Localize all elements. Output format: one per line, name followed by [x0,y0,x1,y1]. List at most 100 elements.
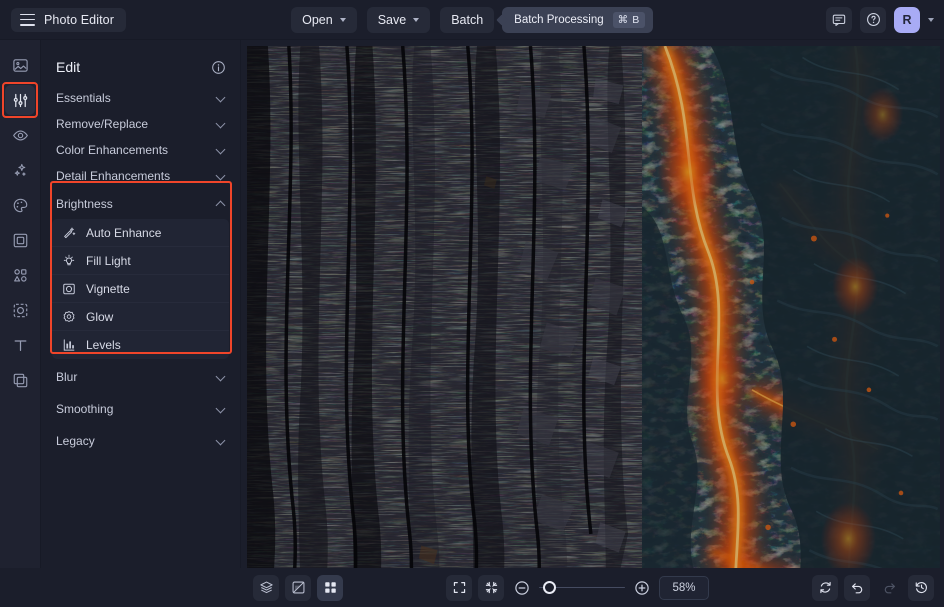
history-button[interactable] [908,575,934,601]
section-label: Color Enhancements [56,143,168,157]
zoom-out-button[interactable] [514,580,530,596]
refresh-icon [818,580,833,595]
avatar[interactable]: R [894,7,920,33]
undo-button[interactable] [844,575,870,601]
frame-icon [12,232,29,249]
edit-panel-header: Edit [50,49,231,85]
chevron-down-icon [413,18,419,22]
account-chevron-down-icon[interactable] [928,18,934,22]
sliders-icon [12,92,29,109]
layers-button[interactable] [253,575,279,601]
subitem-fill-light[interactable]: Fill Light [52,247,229,275]
redo-icon [882,580,897,595]
palette-icon [12,197,29,214]
image-canvas[interactable] [247,46,940,568]
rail-item-text[interactable] [5,330,35,360]
section-label: Detail Enhancements [56,169,170,183]
header-center-tools: Open Save Batch Batch Processing ⌘ B [0,7,944,33]
tool-rail [0,40,41,568]
rail-item-image[interactable] [5,50,35,80]
save-label: Save [378,13,407,27]
chevron-down-icon [216,404,225,413]
selection-icon [12,302,29,319]
app-menu-button[interactable]: Photo Editor [11,8,126,32]
chevron-down-icon [340,18,346,22]
hamburger-icon [20,14,35,26]
canvas-wrapper [241,40,944,568]
levels-bars-icon [62,338,76,352]
zoom-in-icon [634,580,650,596]
info-circle-icon[interactable] [211,60,226,75]
lightbulb-icon [62,254,76,268]
subitem-vignette[interactable]: Vignette [52,275,229,303]
compare-icon [291,580,306,595]
zoom-in-button[interactable] [634,580,650,596]
reset-button[interactable] [812,575,838,601]
section-label: Legacy [56,434,95,448]
subitem-label: Auto Enhance [86,226,161,240]
fit-screen-icon [452,580,467,595]
chevron-down-icon [216,145,225,154]
section-label: Essentials [56,91,111,105]
rail-item-crop[interactable] [5,225,35,255]
history-icon [914,580,929,595]
lava-image-half [642,46,940,568]
open-button[interactable]: Open [291,7,357,33]
redo-button[interactable] [876,575,902,601]
chevron-up-icon [216,199,225,208]
vignette-icon [62,282,76,296]
rail-item-selection[interactable] [5,295,35,325]
section-legacy[interactable]: Legacy [50,428,231,453]
layers-icon [259,580,274,595]
rail-item-color[interactable] [5,190,35,220]
canvas-stage [241,40,944,568]
tooltip-text: Batch Processing [514,14,604,26]
section-essentials[interactable]: Essentials [50,85,231,110]
grid-icon [323,580,338,595]
section-label: Brightness [56,197,113,211]
section-detail-enhancements[interactable]: Detail Enhancements [50,163,231,188]
help-button[interactable] [860,7,886,33]
fit-screen-button[interactable] [446,575,472,601]
compare-button[interactable] [285,575,311,601]
grid-button[interactable] [317,575,343,601]
section-blur[interactable]: Blur [50,364,231,389]
zoom-controls: 58% [514,576,709,600]
section-brightness[interactable]: Brightness [50,191,231,216]
zoom-out-icon [514,580,530,596]
batch-button[interactable]: Batch [440,7,494,33]
photo-editor-window: Photo Editor Open Save Batch Batch Proce… [0,0,944,607]
batch-label: Batch [451,13,483,27]
subitem-levels[interactable]: Levels [52,331,229,359]
section-label: Smoothing [56,402,113,416]
comment-icon [832,13,846,27]
actual-size-button[interactable] [478,575,504,601]
bottom-toolbar: 58% [0,568,944,607]
section-smoothing[interactable]: Smoothing [50,396,231,421]
edit-panel: Edit Essentials Remove/Replace [41,40,241,568]
save-button[interactable]: Save [367,7,431,33]
glow-gear-icon [62,310,76,324]
section-label: Remove/Replace [56,117,148,131]
subitem-label: Fill Light [86,254,131,268]
subitem-auto-enhance[interactable]: Auto Enhance [52,219,229,247]
zoom-value[interactable]: 58% [659,576,709,600]
section-remove-replace[interactable]: Remove/Replace [50,111,231,136]
app-header: Photo Editor Open Save Batch Batch Proce… [0,0,944,40]
comment-button[interactable] [826,7,852,33]
rail-item-shapes[interactable] [5,260,35,290]
text-icon [12,337,29,354]
chevron-down-icon [216,93,225,102]
subitem-glow[interactable]: Glow [52,303,229,331]
rail-item-effects[interactable] [5,155,35,185]
rail-item-retouch[interactable] [5,120,35,150]
chevron-down-icon [216,119,225,128]
chevron-down-icon [216,436,225,445]
open-label: Open [302,13,333,27]
zoom-slider[interactable] [539,581,625,595]
rail-item-layers[interactable] [5,365,35,395]
section-color-enhancements[interactable]: Color Enhancements [50,137,231,162]
zoom-slider-knob[interactable] [543,581,556,594]
collapse-icon [484,580,499,595]
rail-item-adjust[interactable] [5,85,35,115]
